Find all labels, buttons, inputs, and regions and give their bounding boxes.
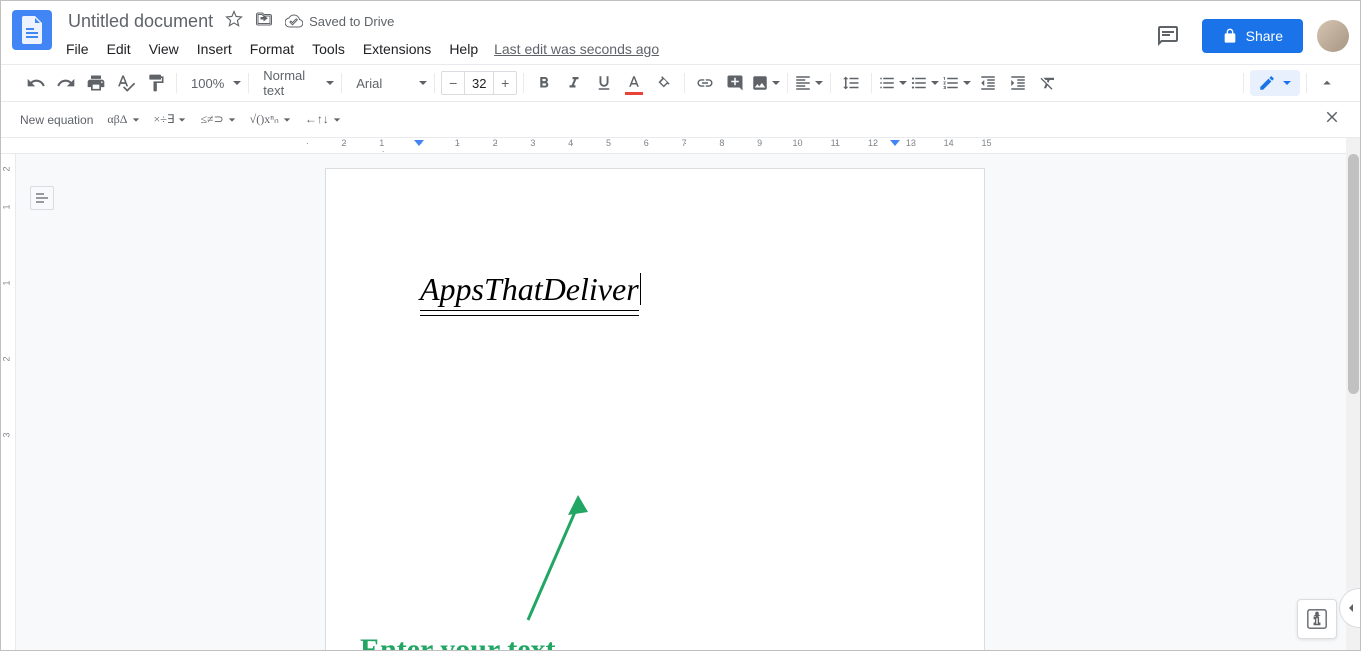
insert-comment-button[interactable] xyxy=(721,69,749,97)
font-dropdown[interactable]: Arial xyxy=(348,76,428,91)
style-dropdown[interactable]: Normal text xyxy=(255,68,335,98)
side-panel-handle[interactable] xyxy=(1339,588,1361,628)
text-cursor xyxy=(640,273,641,305)
menu-extensions[interactable]: Extensions xyxy=(355,37,439,61)
ruler-horizontal[interactable]: 21123456789101112131415 xyxy=(0,138,1346,154)
eq-math-dropdown[interactable]: √()xⁿₙ xyxy=(250,112,291,127)
underline-button[interactable] xyxy=(590,69,618,97)
explore-button[interactable] xyxy=(1297,599,1337,639)
close-equation-bar[interactable] xyxy=(1323,108,1341,131)
bold-button[interactable] xyxy=(530,69,558,97)
collapse-toolbar-button[interactable] xyxy=(1313,69,1341,97)
document-title[interactable]: Untitled document xyxy=(62,9,219,34)
font-size-increase[interactable]: + xyxy=(494,75,516,91)
indent-marker-left[interactable] xyxy=(414,140,424,150)
zoom-dropdown[interactable]: 100% xyxy=(183,76,242,91)
highlight-button[interactable] xyxy=(650,69,678,97)
document-page[interactable]: AppsThatDeliver xyxy=(325,168,985,651)
print-button[interactable] xyxy=(82,69,110,97)
comment-icon xyxy=(1156,24,1180,48)
outline-button[interactable] xyxy=(30,186,54,210)
insert-image-button[interactable] xyxy=(751,74,781,92)
scrollbar-thumb[interactable] xyxy=(1348,154,1359,394)
menu-help[interactable]: Help xyxy=(441,37,486,61)
comments-button[interactable] xyxy=(1148,16,1188,56)
font-size-control: − + xyxy=(441,71,517,95)
checklist-button[interactable] xyxy=(878,74,908,92)
equation-content[interactable]: AppsThatDeliver xyxy=(420,271,639,311)
pencil-icon xyxy=(1258,74,1276,92)
new-equation-button[interactable]: New equation xyxy=(20,113,93,127)
insert-link-button[interactable] xyxy=(691,69,719,97)
menu-format[interactable]: Format xyxy=(242,37,302,61)
eq-operators-dropdown[interactable]: ×÷∃ xyxy=(154,112,187,127)
star-icon[interactable] xyxy=(225,10,243,33)
menu-edit[interactable]: Edit xyxy=(99,37,139,61)
undo-button[interactable] xyxy=(22,69,50,97)
editing-mode-button[interactable] xyxy=(1250,70,1300,96)
font-size-input[interactable] xyxy=(464,72,494,94)
indent-decrease-button[interactable] xyxy=(974,69,1002,97)
docs-logo[interactable] xyxy=(12,10,52,50)
clear-format-button[interactable] xyxy=(1034,69,1062,97)
align-button[interactable] xyxy=(794,74,824,92)
italic-button[interactable] xyxy=(560,69,588,97)
menu-tools[interactable]: Tools xyxy=(304,37,353,61)
saved-label: Saved to Drive xyxy=(309,14,394,29)
line-spacing-button[interactable] xyxy=(837,69,865,97)
font-size-decrease[interactable]: − xyxy=(442,75,464,91)
cloud-icon xyxy=(285,12,303,30)
menu-file[interactable]: File xyxy=(58,37,97,61)
paint-format-button[interactable] xyxy=(142,69,170,97)
cloud-status[interactable]: Saved to Drive xyxy=(285,12,394,30)
menu-insert[interactable]: Insert xyxy=(189,37,240,61)
eq-greek-dropdown[interactable]: αβΔ xyxy=(107,112,139,127)
share-label: Share xyxy=(1246,28,1283,44)
user-avatar[interactable] xyxy=(1317,20,1349,52)
indent-marker-right[interactable] xyxy=(890,140,900,150)
number-list-button[interactable] xyxy=(942,74,972,92)
indent-increase-button[interactable] xyxy=(1004,69,1032,97)
last-edit-info[interactable]: Last edit was seconds ago xyxy=(494,41,659,57)
move-icon[interactable] xyxy=(255,10,273,33)
eq-relations-dropdown[interactable]: ≤≠⊃ xyxy=(200,112,235,127)
ruler-vertical[interactable]: 2 1 1 2 3 xyxy=(0,154,16,651)
share-button[interactable]: Share xyxy=(1202,19,1303,53)
text-color-button[interactable] xyxy=(620,69,648,97)
redo-button[interactable] xyxy=(52,69,80,97)
scrollbar-vertical[interactable] xyxy=(1346,138,1361,651)
spellcheck-button[interactable] xyxy=(112,69,140,97)
menu-view[interactable]: View xyxy=(141,37,187,61)
bullet-list-button[interactable] xyxy=(910,74,940,92)
eq-arrows-dropdown[interactable]: ←↑↓ xyxy=(305,112,341,127)
lock-icon xyxy=(1222,28,1238,44)
chevron-down-icon xyxy=(1282,78,1292,88)
